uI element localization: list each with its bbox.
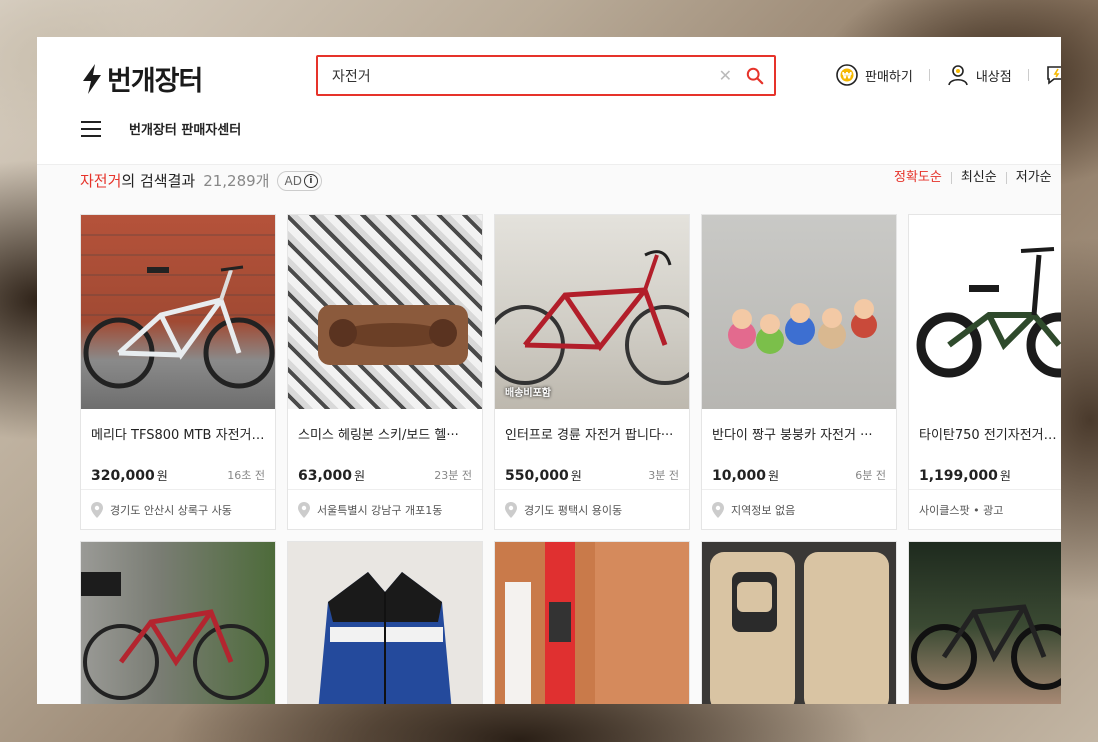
info-icon: i [303,173,318,188]
product-location: 경기도 평택시 용이동 [495,489,689,529]
results-count: 21,289개 [203,172,270,190]
product-title: 메리다 TFS800 MTB 자전거 ··· [91,428,269,443]
header-divider [928,69,930,81]
clear-icon[interactable]: ✕ [719,66,732,85]
product-card[interactable] [701,541,897,704]
sell-label: 판매하기 [865,69,913,85]
product-card[interactable]: 반다이 짱구 붕붕카 자전거 ··· 10,000 원 6분 전 지역정보 없음 [701,214,897,530]
sort-lowprice[interactable]: 저가순 [1007,171,1061,184]
product-title: 타이탄750 전기자전거 21 [919,428,1061,443]
product-image [81,542,275,704]
sub-navigation: 번개장터 판매자센터 [81,119,241,138]
sell-button[interactable]: ₩ 판매하기 [835,63,913,87]
header-divider [1027,69,1029,81]
sort-accuracy[interactable]: 정확도순 [894,171,952,184]
lightning-icon [83,63,101,94]
location-pin-icon [505,501,517,518]
product-title: 인터프로 경륜 자전거 팝니다··· [505,428,674,443]
product-card[interactable] [80,541,276,704]
product-price: 10,000 원 [712,467,780,484]
results-keyword: 자전거 [80,172,122,190]
seller-center-link[interactable]: 번개장터 판매자센터 [129,119,241,138]
results-heading: 자전거의 검색결과 21,289개 AD i [80,170,322,191]
product-price: 63,000 원 [298,467,366,484]
sort-options: 정확도순 최신순 저가순 [894,171,1061,184]
product-price: 550,000 원 [505,467,582,484]
product-card[interactable] [287,541,483,704]
product-image [288,215,482,409]
product-image [702,215,896,409]
product-price: 320,000 원 [91,467,168,484]
product-card[interactable]: 배송비포함 인터프로 경륜 자전거 팝니다··· 550,000 원 3분 전 경… [494,214,690,530]
product-time: 3분 전 [648,469,679,482]
product-image [702,542,896,704]
product-image [81,215,275,409]
product-card[interactable]: 스미스 헤링본 스키/보드 헬··· 63,000 원 23분 전 서울특별시 강… [287,214,483,530]
sort-latest[interactable]: 최신순 [952,171,1007,184]
product-image [495,542,689,704]
product-price: 1,199,000 원 [919,467,1011,484]
logo[interactable]: 번개장터 [81,59,203,98]
user-icon [948,65,968,86]
chat-icon [1046,66,1061,85]
header-links: ₩ 판매하기 내상점 [835,63,1061,87]
product-location: 서울특별시 강남구 개포1동 [288,489,482,529]
product-location: 사이클스팟 • 광고 [909,489,1061,529]
location-pin-icon [298,501,310,518]
mystore-button[interactable]: 내상점 [946,63,1012,87]
shipping-included-tag: 배송비포함 [505,388,551,399]
product-title: 스미스 헤링본 스키/보드 헬··· [298,428,459,443]
ad-badge[interactable]: AD i [277,170,322,191]
mystore-label: 내상점 [975,69,1012,85]
chat-button[interactable] [1045,63,1061,87]
results-suffix: 의 검색결과 [121,172,196,190]
location-pin-icon [712,501,724,518]
product-location: 경기도 안산시 상록구 사동 [81,489,275,529]
product-image [909,215,1061,409]
browser-page: 번개장터 ✕ ₩ 판매하기 내상점 [37,37,1061,704]
location-pin-icon [91,501,103,518]
product-time: 6분 전 [855,469,886,482]
product-card[interactable]: 타이탄750 전기자전거 21 1,199,000 원 사이클스팟 • 광고 [908,214,1061,530]
hamburger-menu-icon[interactable] [81,120,101,137]
product-location: 지역정보 없음 [702,489,896,529]
logo-text: 번개장터 [107,66,203,97]
svg-text:₩: ₩ [842,72,852,82]
product-image: 배송비포함 [495,215,689,409]
search-bar: ✕ [316,55,776,96]
product-image [909,542,1061,704]
search-input[interactable] [332,67,719,84]
ad-label: AD [284,173,302,188]
product-card[interactable] [908,541,1061,704]
product-card[interactable] [494,541,690,704]
product-title: 반다이 짱구 붕붕카 자전거 ··· [712,428,873,443]
product-time: 23분 전 [434,469,472,482]
search-icon[interactable] [746,67,764,85]
product-card[interactable]: 메리다 TFS800 MTB 자전거 ··· 320,000 원 16초 전 경기… [80,214,276,530]
product-image [288,542,482,704]
sell-icon: ₩ [836,64,858,86]
product-time: 16초 전 [227,469,265,482]
